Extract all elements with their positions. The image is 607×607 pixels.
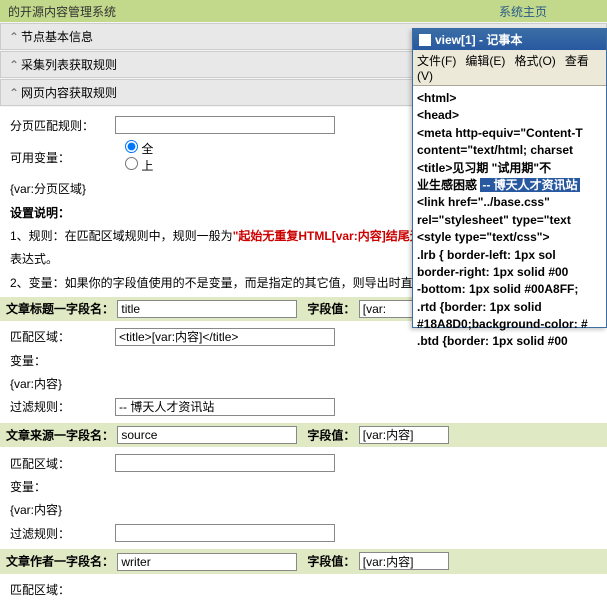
fname-writer-input[interactable] xyxy=(117,553,297,571)
notepad-title: view[1] - 记事本 xyxy=(435,31,522,48)
menu-edit[interactable]: 编辑(E) xyxy=(465,54,505,68)
chevron-icon: ⌃ xyxy=(9,30,21,44)
menu-format[interactable]: 格式(O) xyxy=(514,54,555,68)
notepad-titlebar[interactable]: view[1] - 记事本 xyxy=(413,29,606,50)
menu-file[interactable]: 文件(F) xyxy=(417,54,456,68)
filter-input[interactable] xyxy=(115,398,335,416)
filter2-input[interactable] xyxy=(115,524,335,542)
var-label: 变量： xyxy=(10,352,115,369)
fname-title-input[interactable] xyxy=(117,300,297,318)
match-area-input[interactable] xyxy=(115,328,335,346)
highlighted-text: -- 博天人才资讯站 xyxy=(480,178,579,192)
filter2-label: 过滤规则： xyxy=(10,525,115,542)
notepad-window[interactable]: view[1] - 记事本 文件(F) 编辑(E) 格式(O) 查看(V) <h… xyxy=(412,28,607,328)
filter-label: 过滤规则： xyxy=(10,398,115,415)
chevron-icon: ⌃ xyxy=(9,58,21,72)
page-match-label: 分页匹配规则： xyxy=(10,117,115,134)
fname-source-input[interactable] xyxy=(117,426,297,444)
chevron-icon: ⌃ xyxy=(9,86,21,100)
avail-var-label: 可用变量： xyxy=(10,149,115,166)
radio-up[interactable]: 上 xyxy=(125,159,153,173)
var-label2: 变量： xyxy=(10,478,115,495)
var-content2: {var:内容} xyxy=(10,501,115,518)
top-link[interactable]: 系统主页 xyxy=(499,3,547,20)
fval-source-input[interactable] xyxy=(359,426,449,444)
section-writer: 文章作者一字段名： 字段值： xyxy=(0,549,607,574)
var-page-area: {var:分页区域} xyxy=(10,180,115,197)
app-title: 的开源内容管理系统 xyxy=(8,5,116,19)
notepad-icon xyxy=(419,34,431,46)
radio-all[interactable]: 全 xyxy=(125,142,153,156)
page-match-input[interactable] xyxy=(115,116,335,134)
match-area-label: 匹配区域： xyxy=(10,328,115,345)
notepad-body[interactable]: <html> <head> <meta http-equiv="Content-… xyxy=(413,86,606,355)
notepad-menu: 文件(F) 编辑(E) 格式(O) 查看(V) xyxy=(413,50,606,86)
var-content: {var:内容} xyxy=(10,375,115,392)
match-area2-label: 匹配区域： xyxy=(10,455,115,472)
fval-writer-input[interactable] xyxy=(359,552,449,570)
match-area3-label: 匹配区域： xyxy=(10,581,115,598)
section-source: 文章来源一字段名： 字段值： xyxy=(0,423,607,448)
match-area2-input[interactable] xyxy=(115,454,335,472)
